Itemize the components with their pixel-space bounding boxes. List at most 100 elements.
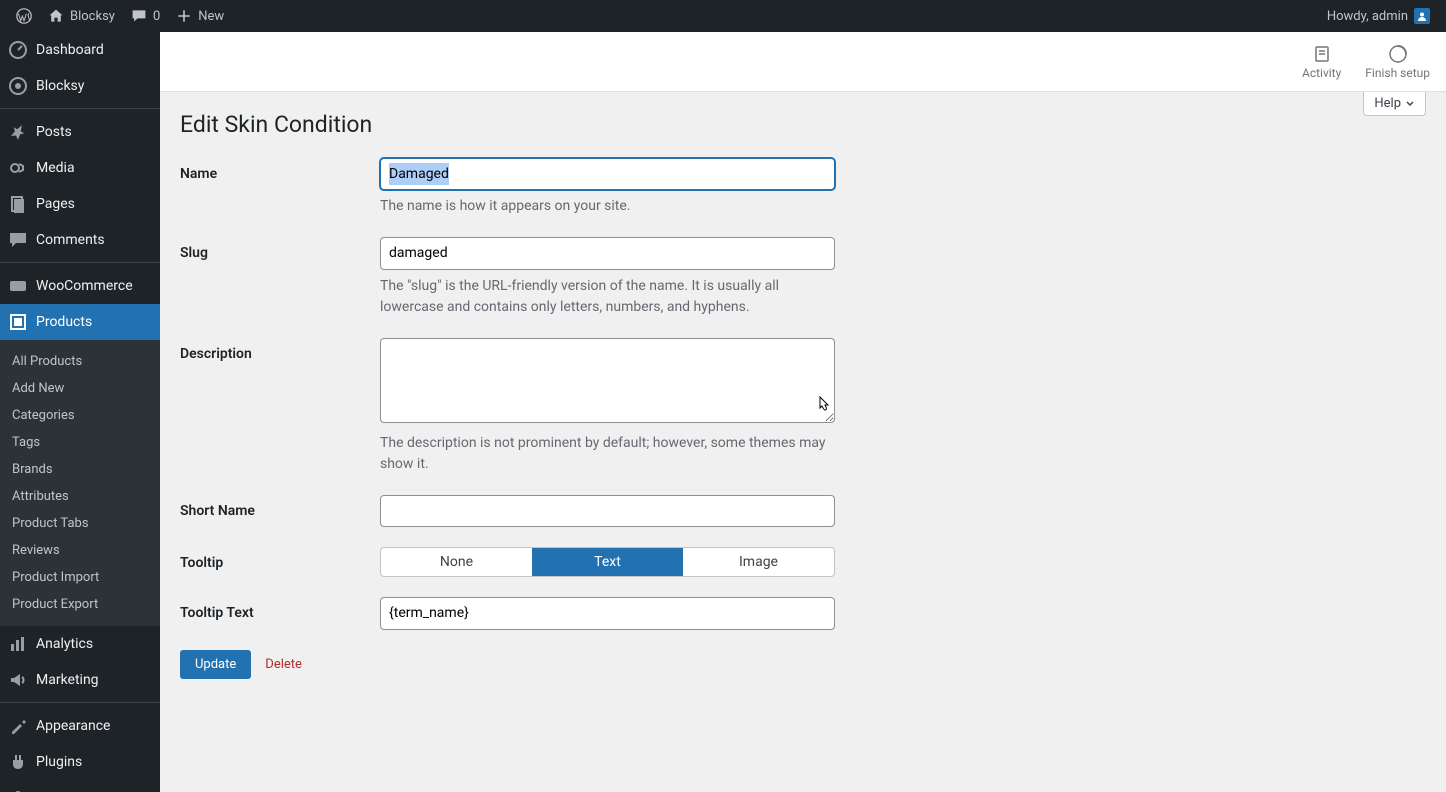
appearance-icon [8, 716, 28, 736]
dashboard-icon [8, 40, 28, 60]
sidebar-item-users[interactable]: Users [0, 780, 160, 792]
activity-label: Activity [1302, 66, 1341, 80]
sidebar-item-label: Marketing [36, 672, 99, 688]
finish-setup-label: Finish setup [1365, 66, 1430, 80]
admin-bar: Blocksy 0 New Howdy, admin [0, 0, 1446, 32]
name-label: Name [180, 158, 380, 182]
wp-logo[interactable] [8, 0, 40, 32]
pages-icon [8, 194, 28, 214]
tooltip-option-image[interactable]: Image [683, 548, 834, 576]
sidebar-item-appearance[interactable]: Appearance [0, 708, 160, 744]
sidebar-item-label: Blocksy [36, 78, 84, 94]
sidebar-item-label: Media [36, 160, 75, 176]
submenu-add-new[interactable]: Add New [0, 375, 160, 402]
submenu-all-products[interactable]: All Products [0, 348, 160, 375]
slug-label: Slug [180, 237, 380, 261]
sidebar-item-posts[interactable]: Posts [0, 114, 160, 150]
plugins-icon [8, 752, 28, 772]
submenu-product-tabs[interactable]: Product Tabs [0, 510, 160, 537]
wordpress-icon [16, 8, 32, 24]
products-submenu: All Products Add New Categories Tags Bra… [0, 340, 160, 626]
submenu-product-import[interactable]: Product Import [0, 564, 160, 591]
sidebar-item-products[interactable]: Products [0, 304, 160, 340]
analytics-icon [8, 634, 28, 654]
home-icon [48, 8, 64, 24]
sidebar-item-pages[interactable]: Pages [0, 186, 160, 222]
sidebar-item-label: Products [36, 314, 92, 330]
sidebar-item-label: Analytics [36, 636, 93, 652]
activity-icon [1312, 44, 1332, 64]
name-description: The name is how it appears on your site. [380, 196, 835, 217]
sidebar-item-label: Comments [36, 232, 105, 248]
plus-icon [176, 8, 192, 24]
admin-sidebar: Dashboard Blocksy Posts Media Pages Comm… [0, 32, 160, 792]
submenu-product-export[interactable]: Product Export [0, 591, 160, 618]
sidebar-item-plugins[interactable]: Plugins [0, 744, 160, 780]
finish-setup-icon [1388, 44, 1408, 64]
submenu-brands[interactable]: Brands [0, 456, 160, 483]
help-label: Help [1374, 96, 1401, 111]
edit-form: Name The name is how it appears on your … [180, 158, 1426, 679]
sidebar-item-dashboard[interactable]: Dashboard [0, 32, 160, 68]
name-field[interactable] [380, 158, 835, 190]
submenu-reviews[interactable]: Reviews [0, 537, 160, 564]
chevron-down-icon [1405, 99, 1415, 109]
sidebar-item-blocksy[interactable]: Blocksy [0, 68, 160, 104]
new-content[interactable]: New [168, 0, 232, 32]
description-field[interactable] [380, 338, 835, 423]
sidebar-item-label: Plugins [36, 754, 82, 770]
short-name-field[interactable] [380, 495, 835, 527]
user-greeting: Howdy, admin [1327, 9, 1408, 24]
activity-button[interactable]: Activity [1302, 44, 1341, 80]
description-label: Description [180, 338, 380, 362]
woo-icon [8, 276, 28, 296]
media-icon [8, 158, 28, 178]
comments-icon [8, 230, 28, 250]
comments-link[interactable]: 0 [123, 0, 168, 32]
sidebar-item-comments[interactable]: Comments [0, 222, 160, 258]
sidebar-item-label: WooCommerce [36, 278, 133, 294]
tooltip-option-text[interactable]: Text [532, 548, 683, 576]
sidebar-item-woocommerce[interactable]: WooCommerce [0, 268, 160, 304]
update-button[interactable]: Update [180, 650, 251, 679]
pin-icon [8, 122, 28, 142]
marketing-icon [8, 670, 28, 690]
tooltip-text-label: Tooltip Text [180, 597, 380, 621]
sidebar-item-analytics[interactable]: Analytics [0, 626, 160, 662]
comment-icon [131, 8, 147, 24]
short-name-label: Short Name [180, 495, 380, 519]
submenu-categories[interactable]: Categories [0, 402, 160, 429]
comments-count: 0 [153, 9, 160, 24]
sidebar-item-label: Pages [36, 196, 75, 212]
menu-separator [0, 698, 160, 703]
page-content: Help Edit Skin Condition Name The name i… [160, 92, 1446, 699]
user-account[interactable]: Howdy, admin [1319, 0, 1438, 32]
sidebar-item-marketing[interactable]: Marketing [0, 662, 160, 698]
users-icon [8, 788, 28, 792]
site-name: Blocksy [70, 9, 115, 24]
top-actions-bar: Activity Finish setup [160, 32, 1446, 92]
slug-field[interactable] [380, 237, 835, 269]
site-home[interactable]: Blocksy [40, 0, 123, 32]
avatar-icon [1417, 11, 1427, 21]
finish-setup-button[interactable]: Finish setup [1365, 44, 1430, 80]
tooltip-label: Tooltip [180, 547, 380, 571]
avatar [1414, 8, 1430, 24]
sidebar-item-label: Dashboard [36, 42, 104, 58]
blocksy-icon [8, 76, 28, 96]
tooltip-segmented: None Text Image [380, 547, 835, 577]
slug-description: The "slug" is the URL-friendly version o… [380, 276, 835, 318]
page-title: Edit Skin Condition [180, 102, 1426, 158]
new-label: New [198, 9, 224, 24]
description-description: The description is not prominent by defa… [380, 433, 835, 475]
sidebar-item-label: Appearance [36, 718, 110, 734]
submenu-attributes[interactable]: Attributes [0, 483, 160, 510]
menu-separator [0, 104, 160, 109]
sidebar-item-label: Posts [36, 124, 72, 140]
sidebar-item-media[interactable]: Media [0, 150, 160, 186]
delete-link[interactable]: Delete [265, 657, 302, 672]
tooltip-option-none[interactable]: None [381, 548, 532, 576]
submenu-tags[interactable]: Tags [0, 429, 160, 456]
tooltip-text-field[interactable] [380, 597, 835, 629]
help-tab[interactable]: Help [1363, 92, 1426, 116]
